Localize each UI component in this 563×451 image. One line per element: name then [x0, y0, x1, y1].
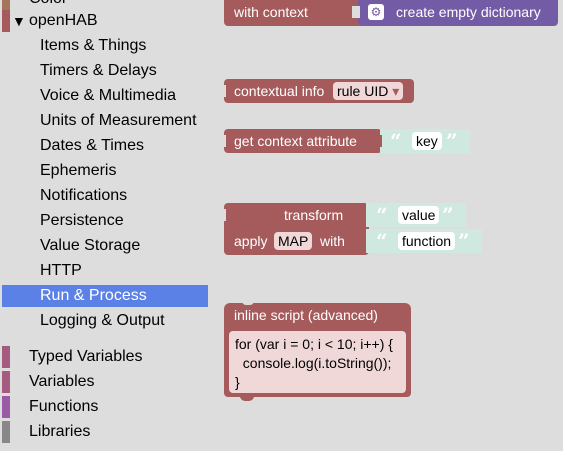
- category-typed-variables[interactable]: Typed Variables: [0, 346, 208, 368]
- get-context-attribute-block[interactable]: get context attribute: [224, 129, 382, 153]
- category-swatch: [2, 346, 10, 368]
- with-context-label: with context: [234, 4, 308, 20]
- quote-close-icon: ”: [458, 229, 470, 253]
- subcategory-units-of-measurement[interactable]: Units of Measurement: [2, 110, 208, 132]
- subcategory-voice-multimedia[interactable]: Voice & Multimedia: [2, 85, 208, 107]
- category-openhab[interactable]: ▼ openHAB: [0, 10, 208, 32]
- category-swatch: [2, 371, 10, 393]
- subcategory-label: Timers & Delays: [40, 62, 157, 79]
- category-swatch: [2, 396, 10, 418]
- subcategory-label: Dates & Times: [40, 137, 145, 154]
- category-label: Libraries: [29, 423, 91, 440]
- subcategory-dates-times[interactable]: Dates & Times: [2, 135, 208, 157]
- dropdown-value: rule UID: [337, 83, 389, 99]
- quote-close-icon: ”: [442, 203, 454, 227]
- dictionary-label: create empty dictionary: [396, 4, 541, 20]
- text-field-key[interactable]: key: [412, 132, 442, 150]
- create-empty-dictionary-block[interactable]: ⚙ create empty dictionary: [358, 0, 558, 26]
- subcategory-logging-output[interactable]: Logging & Output: [2, 310, 208, 332]
- with-label: with: [320, 233, 345, 249]
- category-openhab-swatch: [2, 10, 10, 32]
- subcategory-timers-delays[interactable]: Timers & Delays: [2, 60, 208, 82]
- text-field-function[interactable]: function: [398, 232, 456, 250]
- category-label: Typed Variables: [29, 348, 143, 365]
- category-label: Variables: [29, 373, 95, 390]
- method-dropdown[interactable]: MAP: [274, 232, 313, 250]
- subcategory-label: Logging & Output: [40, 312, 165, 329]
- subcategory-run-process[interactable]: Run & Process: [2, 285, 208, 307]
- subcategory-value-storage[interactable]: Value Storage: [2, 235, 208, 257]
- category-color-swatch: [2, 0, 10, 10]
- inline-script-label: inline script (advanced): [234, 307, 378, 323]
- subcategory-label: Value Storage: [40, 237, 141, 254]
- category-variables[interactable]: Variables: [0, 371, 208, 393]
- connector-notch: [374, 135, 382, 147]
- text-block-function[interactable]: “ function ”: [366, 229, 482, 253]
- transform-block[interactable]: transform apply MAP with: [224, 203, 369, 255]
- text-block-key[interactable]: “ key ”: [380, 129, 470, 153]
- text-field-value[interactable]: value: [398, 206, 440, 224]
- subcategory-notifications[interactable]: Notifications: [2, 185, 208, 207]
- with-context-block[interactable]: with context: [224, 0, 364, 26]
- subcategory-ephemeris[interactable]: Ephemeris: [2, 160, 208, 182]
- connector-notch: [352, 6, 360, 18]
- gear-icon[interactable]: ⚙: [368, 4, 384, 20]
- inline-script-block[interactable]: inline script (advanced) for (var i = 0;…: [224, 303, 411, 397]
- subcategory-label: Voice & Multimedia: [40, 87, 177, 104]
- subcategory-label: Run & Process: [40, 287, 147, 304]
- subcategory-persistence[interactable]: Persistence: [2, 210, 208, 232]
- subcategory-label: Items & Things: [40, 37, 147, 54]
- contextual-info-block[interactable]: contextual info rule UID ▾: [224, 79, 414, 103]
- quote-close-icon: ”: [446, 129, 458, 153]
- subcategory-label: HTTP: [40, 262, 82, 279]
- category-swatch: [2, 421, 10, 443]
- contextual-info-label: contextual info: [234, 83, 325, 99]
- get-context-attribute-label: get context attribute: [234, 133, 357, 149]
- text-block-value[interactable]: “ value ”: [366, 203, 466, 227]
- quote-open-icon: “: [376, 203, 388, 227]
- blocks-flyout: with context ⚙ create empty dictionary c…: [208, 0, 563, 451]
- apply-label: apply: [234, 233, 268, 249]
- expand-triangle-icon[interactable]: ▼: [12, 10, 26, 32]
- subcategory-label: Units of Measurement: [40, 112, 197, 129]
- quote-open-icon: “: [390, 129, 402, 153]
- subcategory-label: Ephemeris: [40, 162, 117, 179]
- toolbox-sidebar: Color ▼ openHAB Items & Things Timers & …: [0, 0, 208, 451]
- subcategory-items-things[interactable]: Items & Things: [2, 35, 208, 57]
- transform-label: transform: [284, 207, 344, 223]
- inline-script-code-field[interactable]: for (var i = 0; i < 10; i++) { console.l…: [229, 331, 406, 393]
- category-label: Functions: [29, 398, 99, 415]
- quote-open-icon: “: [376, 229, 388, 253]
- subcategory-http[interactable]: HTTP: [2, 260, 208, 282]
- dropdown-arrow-icon: ▾: [392, 83, 400, 99]
- next-connector-tab: [240, 396, 254, 401]
- subcategory-label: Notifications: [40, 187, 128, 204]
- category-libraries[interactable]: Libraries: [0, 421, 208, 443]
- category-label: openHAB: [29, 12, 98, 29]
- category-label: Color: [29, 0, 67, 10]
- connector-notch: [218, 209, 226, 221]
- rule-uid-dropdown[interactable]: rule UID ▾: [333, 82, 404, 100]
- connector-notch: [218, 85, 226, 97]
- connector-notch: [218, 135, 226, 147]
- category-functions[interactable]: Functions: [0, 396, 208, 418]
- subcategory-label: Persistence: [40, 212, 124, 229]
